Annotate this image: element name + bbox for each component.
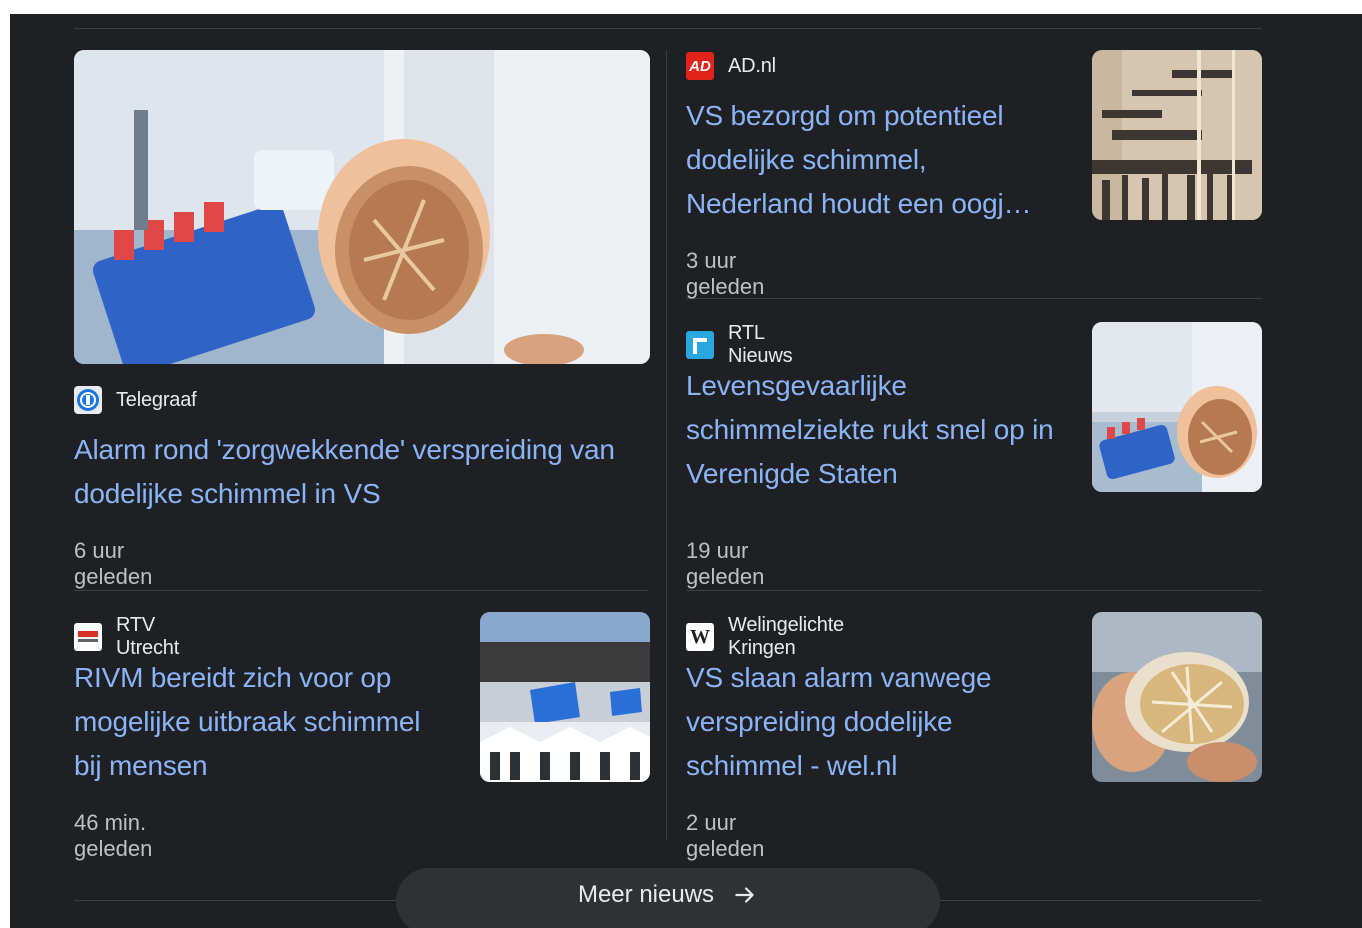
- more-news-label: Meer nieuws: [577, 881, 715, 908]
- article-image-aerial[interactable]: [1092, 50, 1262, 220]
- source-telegraaf[interactable]: Telegraaf: [74, 386, 197, 414]
- source-name: RTL Nieuws: [728, 322, 793, 367]
- more-news-button[interactable]: Meer nieuws: [396, 868, 940, 928]
- column-divider: [666, 50, 667, 840]
- telegraaf-logo-icon: [74, 386, 102, 414]
- article-time: 3 uur geleden: [686, 248, 765, 299]
- article-time: 46 min. geleden: [74, 810, 153, 861]
- article-title[interactable]: VS bezorgd om potentieel dodelijke schim…: [686, 94, 1056, 226]
- ad-logo-icon: AD: [686, 52, 714, 80]
- arrow-right-icon: [732, 882, 758, 908]
- source-name: AD.nl: [728, 54, 776, 77]
- article-time: 6 uur geleden: [74, 538, 153, 589]
- article-image-lab[interactable]: [74, 50, 650, 364]
- rtl-logo-icon: [686, 331, 714, 359]
- row-divider-right-1: [686, 298, 1262, 299]
- row-divider-left: [74, 590, 648, 591]
- source-ad[interactable]: AD AD.nl: [686, 52, 776, 80]
- source-name: RTV Utrecht: [116, 614, 180, 659]
- source-name: Welingelichte Kringen: [728, 614, 844, 659]
- article-title[interactable]: Levensgevaarlijke schimmelziekte rukt sn…: [686, 364, 1066, 496]
- source-wel[interactable]: W Welingelichte Kringen: [686, 614, 844, 660]
- article-image-petri-dish[interactable]: [1092, 612, 1262, 782]
- article-time: 19 uur geleden: [686, 538, 765, 589]
- article-image-lab-small[interactable]: [1092, 322, 1262, 492]
- article-image-building[interactable]: [480, 612, 650, 782]
- rtv-utrecht-logo-icon: [74, 623, 102, 651]
- source-rtv-utrecht[interactable]: RTV Utrecht: [74, 614, 179, 660]
- welingelichte-kringen-logo-icon: W: [686, 623, 714, 651]
- row-divider-right-2: [686, 590, 1262, 591]
- source-name: Telegraaf: [116, 388, 197, 411]
- article-title[interactable]: RIVM bereidt zich voor op mogelijke uitb…: [74, 656, 454, 788]
- top-divider: [74, 28, 1262, 29]
- article-title[interactable]: Alarm rond 'zorgwekkende' verspreiding v…: [74, 428, 654, 516]
- article-title[interactable]: VS slaan alarm vanwege verspreiding dode…: [686, 656, 1066, 788]
- article-time: 2 uur geleden: [686, 810, 765, 861]
- source-rtl[interactable]: RTL Nieuws: [686, 322, 793, 368]
- top-stories-panel: Telegraaf Alarm rond 'zorgwekkende' vers…: [10, 14, 1362, 928]
